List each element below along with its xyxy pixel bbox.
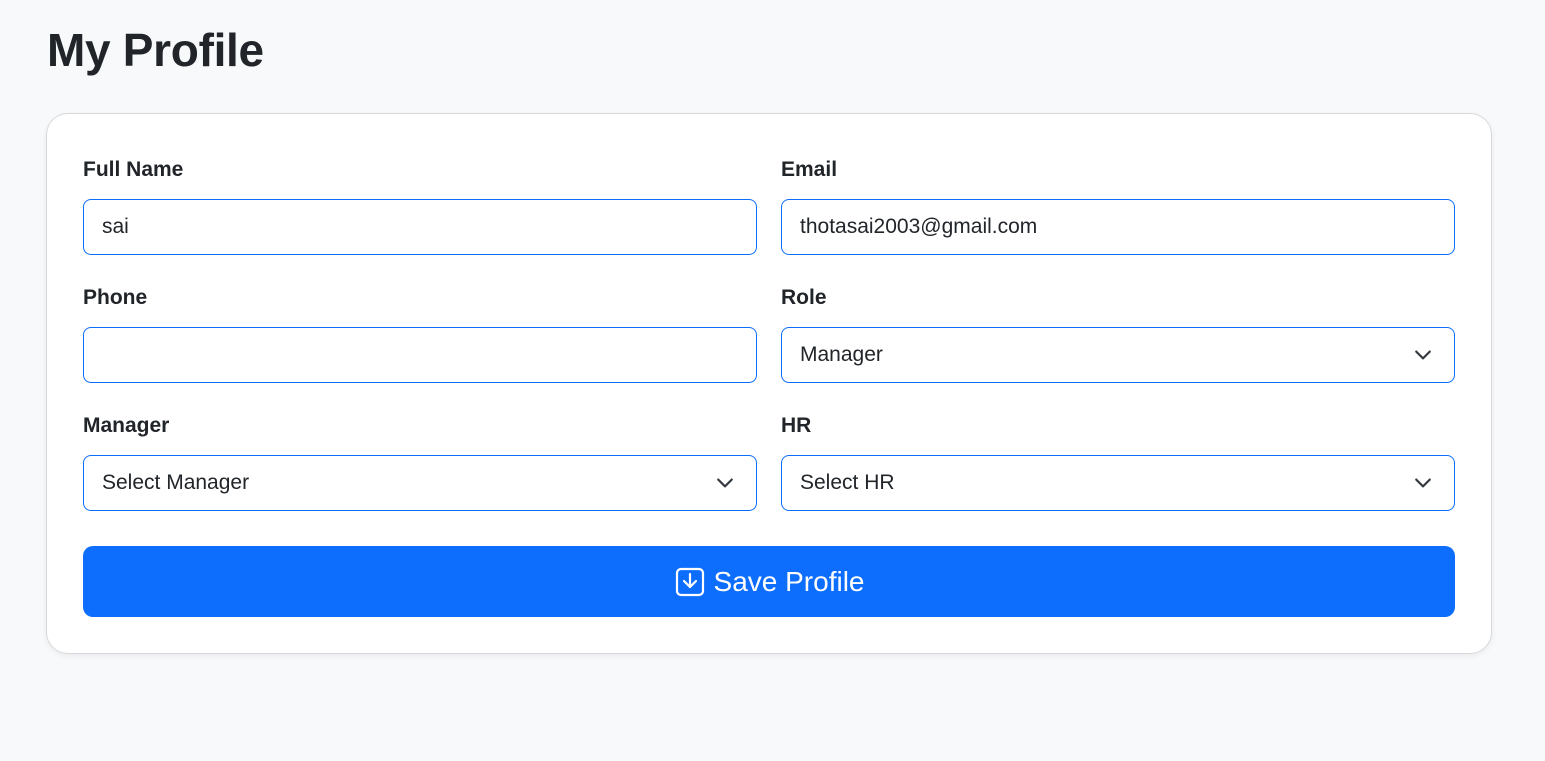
email-label: Email <box>781 158 838 181</box>
role-selected-value: Manager <box>800 343 883 366</box>
save-profile-label: Save Profile <box>713 565 865 597</box>
email-field: Email <box>781 157 1455 255</box>
chevron-down-icon <box>1415 350 1431 360</box>
page-title: My Profile <box>47 24 264 76</box>
hr-label: HR <box>781 414 812 437</box>
email-input[interactable] <box>781 199 1455 255</box>
profile-form-card: Full Name Email Phone Role Manager Manag… <box>46 113 1492 654</box>
chevron-down-icon <box>1415 478 1431 488</box>
save-profile-button[interactable]: Save Profile <box>83 546 1455 617</box>
manager-field: Manager Select Manager <box>83 413 757 511</box>
download-icon <box>675 567 704 596</box>
role-field: Role Manager <box>781 285 1455 383</box>
full-name-input[interactable] <box>83 199 757 255</box>
hr-selected-value: Select HR <box>800 471 895 494</box>
manager-select[interactable]: Select Manager <box>83 455 757 511</box>
hr-select[interactable]: Select HR <box>781 455 1455 511</box>
manager-selected-value: Select Manager <box>102 471 250 494</box>
phone-input[interactable] <box>83 327 757 383</box>
phone-label: Phone <box>83 286 148 309</box>
manager-label: Manager <box>83 414 170 437</box>
hr-field: HR Select HR <box>781 413 1455 511</box>
role-label: Role <box>781 286 827 309</box>
phone-field: Phone <box>83 285 757 383</box>
role-select[interactable]: Manager <box>781 327 1455 383</box>
full-name-label: Full Name <box>83 158 184 181</box>
full-name-field: Full Name <box>83 157 757 255</box>
chevron-down-icon <box>717 478 733 488</box>
